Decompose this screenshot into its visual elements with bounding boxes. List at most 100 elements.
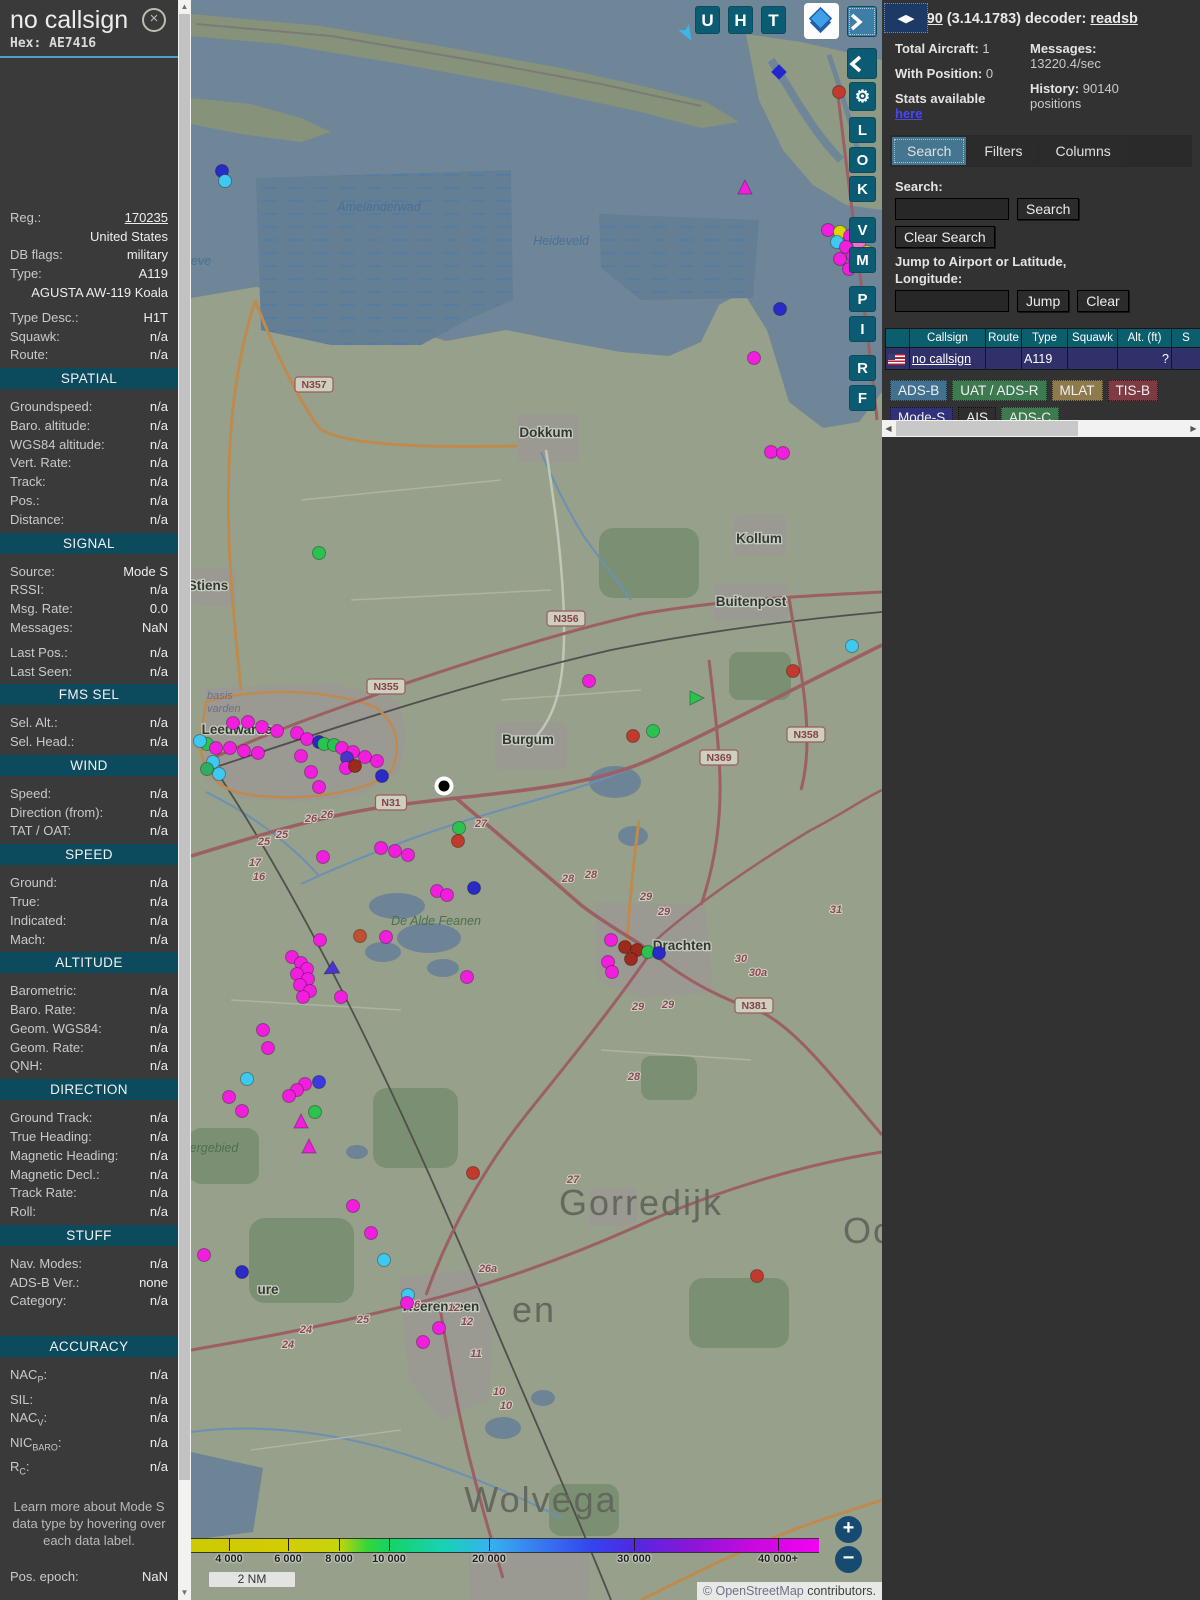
zoom-in-button[interactable]: +	[835, 1516, 862, 1543]
clear-search-button[interactable]: Clear Search	[895, 226, 995, 248]
filter-button-mlat[interactable]: MLAT	[1051, 380, 1103, 401]
tab-columns[interactable]: Columns	[1040, 137, 1126, 165]
aircraft-dot[interactable]	[255, 720, 269, 734]
filter-button-ads-b[interactable]: ADS-B	[890, 380, 948, 401]
aircraft-dot[interactable]	[312, 546, 326, 560]
map-button-l[interactable]: L	[849, 117, 876, 143]
map-canvas[interactable]: Amelanderwad Heideveld eve De Alde Feanen er…	[191, 0, 882, 1600]
aircraft-dot[interactable]	[300, 732, 314, 746]
scroll-left-icon[interactable]: ◀	[882, 420, 895, 437]
aircraft-dot[interactable]	[296, 990, 310, 1004]
aircraft-dot[interactable]	[776, 446, 790, 460]
aircraft-dot[interactable]	[467, 881, 481, 895]
aircraft-dot[interactable]	[209, 741, 223, 755]
aircraft-dot[interactable]	[626, 729, 640, 743]
table-row[interactable]: no callsign A119?	[885, 347, 1200, 370]
aircraft-dot[interactable]	[240, 1072, 254, 1086]
map-button-o[interactable]: O	[849, 147, 876, 173]
aircraft-dot[interactable]	[370, 754, 384, 768]
aircraft-dot[interactable]	[348, 759, 362, 773]
jump-input[interactable]	[895, 290, 1009, 312]
aircraft-dot[interactable]	[440, 888, 454, 902]
map-button-u[interactable]: U	[695, 6, 720, 34]
filter-button-tis-b[interactable]: TIS-B	[1107, 380, 1159, 401]
aircraft-dot[interactable]	[270, 724, 284, 738]
aircraft-dot[interactable]	[222, 1090, 236, 1104]
search-input[interactable]	[895, 198, 1009, 220]
aircraft-dot[interactable]	[832, 85, 846, 99]
aircraft-dot[interactable]	[432, 1321, 446, 1335]
aircraft-dot[interactable]	[605, 965, 619, 979]
aircraft-dot[interactable]	[226, 716, 240, 730]
aircraft-dot[interactable]	[400, 1296, 414, 1310]
aircraft-dot[interactable]	[200, 762, 214, 776]
layers-button[interactable]	[804, 3, 839, 39]
sidebar-scrollbar-thumb[interactable]	[179, 14, 190, 1480]
aircraft-dot[interactable]	[256, 1023, 270, 1037]
aircraft-dot[interactable]	[374, 841, 388, 855]
filter-button-uat-ads-r[interactable]: UAT / ADS-R	[952, 380, 1047, 401]
readsb-link[interactable]: readsb	[1090, 11, 1138, 27]
aircraft-dot[interactable]	[294, 749, 308, 763]
aircraft-dot[interactable]	[237, 744, 251, 758]
column-header-Squawk[interactable]: Squawk	[1067, 328, 1118, 348]
map-button-i[interactable]: I	[849, 316, 876, 342]
aircraft-dot[interactable]	[652, 946, 666, 960]
search-button[interactable]: Search	[1017, 198, 1080, 220]
aircraft-dot[interactable]	[304, 765, 318, 779]
tab-search[interactable]: Search	[892, 137, 967, 165]
scroll-up-icon[interactable]: ▲	[178, 0, 191, 13]
aircraft-dot[interactable]	[241, 715, 255, 729]
aircraft-dot[interactable]	[193, 734, 207, 748]
map-button-p[interactable]: P	[849, 286, 876, 312]
hscroll-thumb[interactable]	[896, 421, 1078, 436]
map-button-collapse[interactable]	[847, 48, 877, 79]
callsign-link[interactable]: no callsign	[912, 352, 971, 366]
aircraft-dot[interactable]	[401, 848, 415, 862]
aircraft-dot[interactable]	[251, 746, 265, 760]
data-row-value[interactable]: 170235	[125, 210, 168, 225]
column-header-S[interactable]: S	[1171, 328, 1200, 348]
map-button-r[interactable]: R	[849, 355, 876, 381]
aircraft-dot[interactable]	[308, 1105, 322, 1119]
column-header-Alt. (ft)[interactable]: Alt. (ft)	[1117, 328, 1172, 348]
aircraft-dot[interactable]	[377, 1253, 391, 1267]
aircraft-dot[interactable]	[747, 351, 761, 365]
map-button-f[interactable]: F	[849, 385, 876, 411]
column-header-Route[interactable]: Route	[985, 328, 1022, 348]
aircraft-dot[interactable]	[218, 174, 232, 188]
aircraft-dot[interactable]	[786, 664, 800, 678]
jump-button[interactable]: Jump	[1017, 290, 1070, 312]
column-header-Callsign[interactable]: Callsign	[909, 328, 986, 348]
aircraft-dot[interactable]	[451, 834, 465, 848]
map-button-k[interactable]: K	[849, 176, 876, 202]
aircraft-dot[interactable]	[375, 769, 389, 783]
selected-aircraft-marker[interactable]	[438, 780, 450, 792]
panel-collapse-button[interactable]: ◀▶	[884, 3, 928, 33]
aircraft-dot[interactable]	[212, 767, 226, 781]
aircraft-dot[interactable]	[334, 990, 348, 1004]
osm-link[interactable]: © OpenStreetMap	[703, 1584, 804, 1598]
sidebar-scrollbar[interactable]: ▲ ▼	[178, 0, 191, 1600]
aircraft-dot[interactable]	[833, 252, 847, 266]
aircraft-dot[interactable]	[764, 445, 778, 459]
aircraft-dot[interactable]	[282, 1089, 296, 1103]
panel-horizontal-scrollbar[interactable]: ◀ ▶	[882, 420, 1200, 437]
aircraft-dot[interactable]	[235, 1104, 249, 1118]
aircraft-dot[interactable]	[460, 970, 474, 984]
column-header-Type[interactable]: Type	[1021, 328, 1068, 348]
flag-cell[interactable]	[885, 347, 910, 370]
aircraft-dot[interactable]	[604, 933, 618, 947]
aircraft-dot[interactable]	[452, 821, 466, 835]
map-button-settings[interactable]: ⚙	[849, 82, 876, 111]
aircraft-dot[interactable]	[750, 1269, 764, 1283]
aircraft-dot[interactable]	[388, 844, 402, 858]
aircraft-dot[interactable]	[312, 1075, 326, 1089]
aircraft-dot[interactable]	[466, 1166, 480, 1180]
aircraft-dot[interactable]	[346, 1199, 360, 1213]
aircraft-dot[interactable]	[358, 750, 372, 764]
aircraft-dot[interactable]	[235, 1265, 249, 1279]
aircraft-dot[interactable]	[313, 933, 327, 947]
map-button-h[interactable]: H	[728, 6, 753, 34]
map-button-m[interactable]: M	[849, 247, 876, 273]
